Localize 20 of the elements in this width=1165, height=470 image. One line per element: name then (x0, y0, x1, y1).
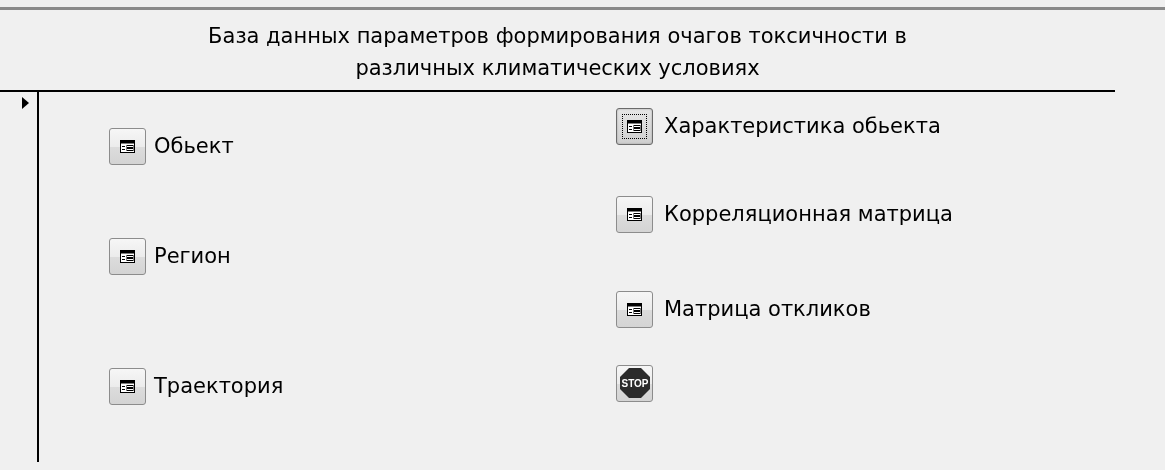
button-label: Регион (154, 244, 231, 268)
open-form-button[interactable] (616, 290, 653, 328)
button-label: Матрица откликов (664, 297, 871, 321)
open-form-button[interactable] (109, 237, 146, 275)
open-form-button[interactable] (109, 367, 146, 405)
form-icon (627, 207, 642, 221)
record-selector-icon (22, 97, 29, 109)
form-icon (120, 249, 135, 263)
button-label: Характеристика обьекта (664, 114, 941, 138)
button-label: Корреляционная матрица (664, 202, 953, 226)
form-title: База данных параметров формирования очагов токсичности в различных климатических условиях (207, 23, 908, 82)
form-icon (627, 119, 642, 133)
button-label: Траектория (154, 374, 284, 398)
form-icon (120, 379, 135, 393)
form-icon (120, 139, 135, 153)
form-icon (627, 302, 642, 316)
open-form-button[interactable] (616, 107, 653, 145)
open-form-button[interactable] (616, 195, 653, 233)
button-label: Обьект (154, 134, 234, 158)
open-form-button[interactable] (109, 127, 146, 165)
